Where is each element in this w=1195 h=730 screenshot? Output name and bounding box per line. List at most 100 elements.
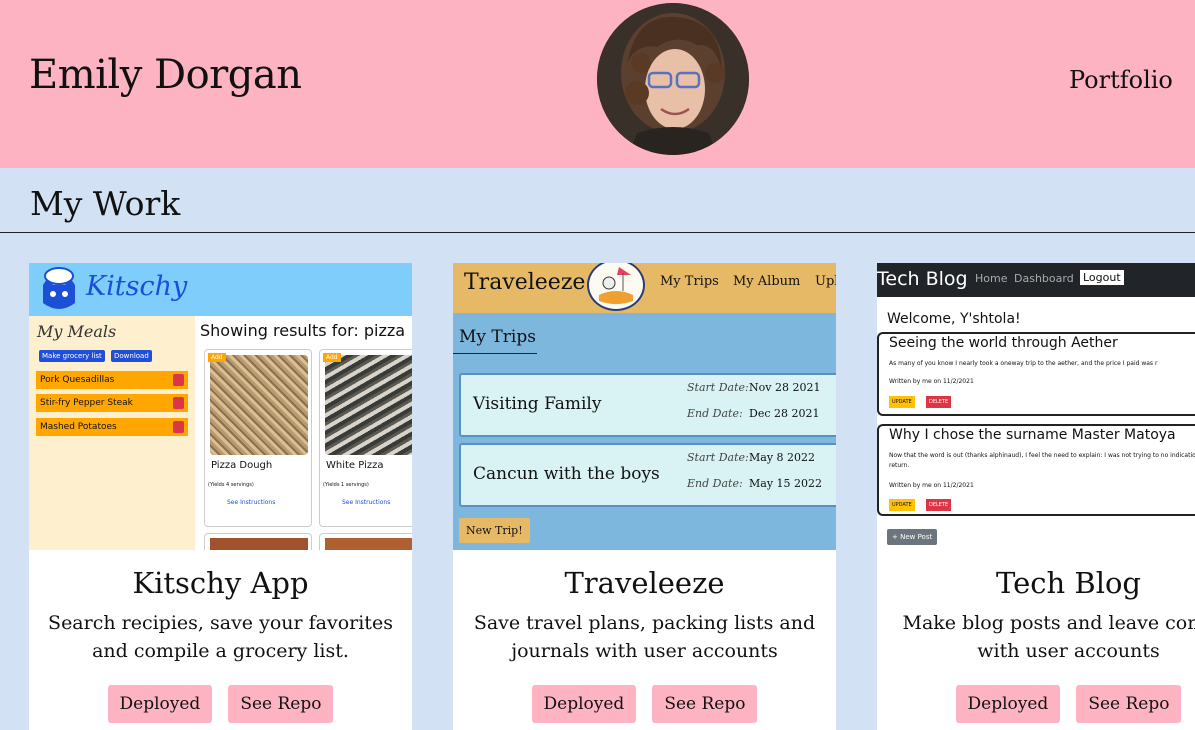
project-card-traveleeze: Traveleeze My Trips My Album Upl My Trip… xyxy=(453,263,836,730)
screenshot-post-title: Why I chose the surname Master Matoya xyxy=(889,427,1176,443)
screenshot-recipe-link: See Instructions xyxy=(342,499,391,506)
screenshot-recipe-yield: (Yields 1 servings) xyxy=(323,482,369,488)
screenshot-header: Kitschy xyxy=(29,263,412,316)
screenshot-trip-card: Cancun with the boys Start Date: May 8 2… xyxy=(459,443,836,507)
screenshot-recipe-yield: (Yields 4 servings) xyxy=(208,482,254,488)
screenshot-meal-label: Mashed Potatoes xyxy=(40,422,117,432)
screenshot-start-date: May 8 2022 xyxy=(749,451,816,464)
project-title: Kitschy App xyxy=(132,566,309,600)
project-screenshot: Tech Blog Home Dashboard Logout Welcome,… xyxy=(877,263,1195,550)
screenshot-post: Why I chose the surname Master Matoya No… xyxy=(877,424,1195,516)
screenshot-post-title: Seeing the world through Aether xyxy=(889,335,1118,351)
screenshot-trip-card: Visiting Family Start Date: Nov 28 2021 … xyxy=(459,373,836,437)
screenshot-recipe-name: White Pizza xyxy=(326,460,384,471)
screenshot-heading-underline xyxy=(453,353,537,354)
screenshot-heading: My Trips xyxy=(459,327,536,347)
screenshot-trip-name: Visiting Family xyxy=(473,394,602,414)
screenshot-post-body: As many of you know I nearly took a onew… xyxy=(889,360,1158,367)
screenshot-new-post-button: + New Post xyxy=(887,529,938,545)
screenshot-post-meta: Written by me on 11/2/2021 xyxy=(889,378,974,385)
project-description: Make blog posts and leave comme with use… xyxy=(902,612,1195,662)
project-title: Tech Blog xyxy=(996,566,1141,600)
screenshot-start-label: Start Date: xyxy=(687,451,749,464)
site-header: Emily Dorgan Portfolio C xyxy=(0,0,1195,168)
screenshot-new-trip-button: New Trip! xyxy=(459,518,530,543)
screenshot-start-label: Start Date: xyxy=(687,381,749,394)
screenshot-add-badge: Add xyxy=(208,353,226,362)
screenshot-sidebar: My Meals Make grocery list Download Pork… xyxy=(29,316,195,550)
section-divider xyxy=(0,232,1195,233)
screenshot-nav-item: Dashboard xyxy=(1014,272,1074,285)
screenshot-logo: Traveleeze xyxy=(464,270,586,295)
project-screenshot: Kitschy My Meals Make grocery list Downl… xyxy=(29,263,412,550)
screenshot-recipe-card-partial xyxy=(319,533,412,550)
screenshot-meal-label: Stir-fry Pepper Steak xyxy=(40,398,133,408)
screenshot-end-date: May 15 2022 xyxy=(749,477,823,490)
see-repo-button[interactable]: See Repo xyxy=(652,685,758,723)
beach-emblem-icon xyxy=(587,263,645,311)
screenshot-meal-item: Stir-fry Pepper Steak xyxy=(36,394,188,412)
cat-chef-logo-icon xyxy=(43,267,75,309)
screenshot-body: My Trips Visiting Family Start Date: Nov… xyxy=(453,313,836,550)
screenshot-recipe-link: See Instructions xyxy=(227,499,276,506)
screenshot-recipe-name: Pizza Dough xyxy=(211,460,273,471)
pizza-dough-image xyxy=(210,355,308,455)
nav-link-portfolio[interactable]: Portfolio xyxy=(1069,66,1173,94)
profile-avatar xyxy=(597,3,749,155)
project-description: Search recipies, save your favorites and… xyxy=(48,612,393,662)
screenshot-post-meta: Written by me on 11/2/2021 xyxy=(889,482,974,489)
screenshot-nav-item: My Trips xyxy=(660,274,719,289)
main-nav: Portfolio C xyxy=(1069,66,1195,94)
project-card-kitschy: Kitschy My Meals Make grocery list Downl… xyxy=(29,263,412,730)
screenshot-logout-button: Logout xyxy=(1080,270,1124,285)
screenshot-recipe-card: Add Pizza Dough (Yields 4 servings) See … xyxy=(204,349,312,527)
recipe-image xyxy=(325,538,412,550)
screenshot-meal-item: Mashed Potatoes xyxy=(36,418,188,436)
screenshot-update-button: UPDATE xyxy=(889,396,915,408)
screenshot-download-button: Download xyxy=(111,350,152,362)
screenshot-grocery-button: Make grocery list xyxy=(39,350,105,362)
screenshot-start-date: Nov 28 2021 xyxy=(749,381,821,394)
screenshot-results-heading: Showing results for: pizza xyxy=(200,321,406,340)
trash-icon xyxy=(173,421,184,433)
section-title: My Work xyxy=(30,184,181,223)
screenshot-post-body: Now that the word is out (thanks alphina… xyxy=(889,452,1195,469)
screenshot-nav-item: My Album xyxy=(733,274,801,289)
screenshot-logo: Tech Blog xyxy=(877,268,968,290)
deployed-button[interactable]: Deployed xyxy=(531,685,637,723)
project-description: Save travel plans, packing lists and jou… xyxy=(473,612,816,662)
screenshot-delete-button: DELETE xyxy=(926,499,952,511)
project-buttons: Deployed See Repo xyxy=(29,685,412,723)
screenshot-nav-item: Upl xyxy=(815,274,836,289)
screenshot-end-label: End Date: xyxy=(687,407,743,420)
profile-photo-image xyxy=(597,3,749,155)
screenshot-header: Tech Blog Home Dashboard Logout xyxy=(877,263,1195,297)
project-buttons: Deployed See Repo xyxy=(877,685,1195,723)
deployed-button[interactable]: Deployed xyxy=(955,685,1061,723)
screenshot-meal-item: Pork Quesadillas xyxy=(36,371,188,389)
project-buttons: Deployed See Repo xyxy=(453,685,836,723)
screenshot-logo: Kitschy xyxy=(86,271,188,302)
recipe-image xyxy=(210,538,308,550)
trash-icon xyxy=(173,374,184,386)
deployed-button[interactable]: Deployed xyxy=(107,685,213,723)
project-card-tech-blog: Tech Blog Home Dashboard Logout Welcome,… xyxy=(877,263,1195,730)
see-repo-button[interactable]: See Repo xyxy=(228,685,334,723)
screenshot-recipe-card: Add White Pizza (Yields 1 servings) See … xyxy=(319,349,412,527)
screenshot-nav-item: Home xyxy=(975,272,1008,285)
screenshot-recipe-card-partial xyxy=(204,533,312,550)
screenshot-sidebar-title: My Meals xyxy=(37,322,117,341)
screenshot-header: Traveleeze My Trips My Album Upl xyxy=(453,263,836,313)
screenshot-post: Seeing the world through Aether As many … xyxy=(877,332,1195,416)
project-screenshot: Traveleeze My Trips My Album Upl My Trip… xyxy=(453,263,836,550)
screenshot-delete-button: DELETE xyxy=(926,396,952,408)
screenshot-trip-name: Cancun with the boys xyxy=(473,464,660,484)
screenshot-end-date: Dec 28 2021 xyxy=(749,407,820,420)
see-repo-button[interactable]: See Repo xyxy=(1076,685,1182,723)
site-name: Emily Dorgan xyxy=(29,52,302,98)
screenshot-meal-label: Pork Quesadillas xyxy=(40,375,115,385)
screenshot-welcome: Welcome, Y'shtola! xyxy=(887,311,1021,327)
screenshot-update-button: UPDATE xyxy=(889,499,915,511)
trash-icon xyxy=(173,397,184,409)
screenshot-add-badge: Add xyxy=(323,353,341,362)
